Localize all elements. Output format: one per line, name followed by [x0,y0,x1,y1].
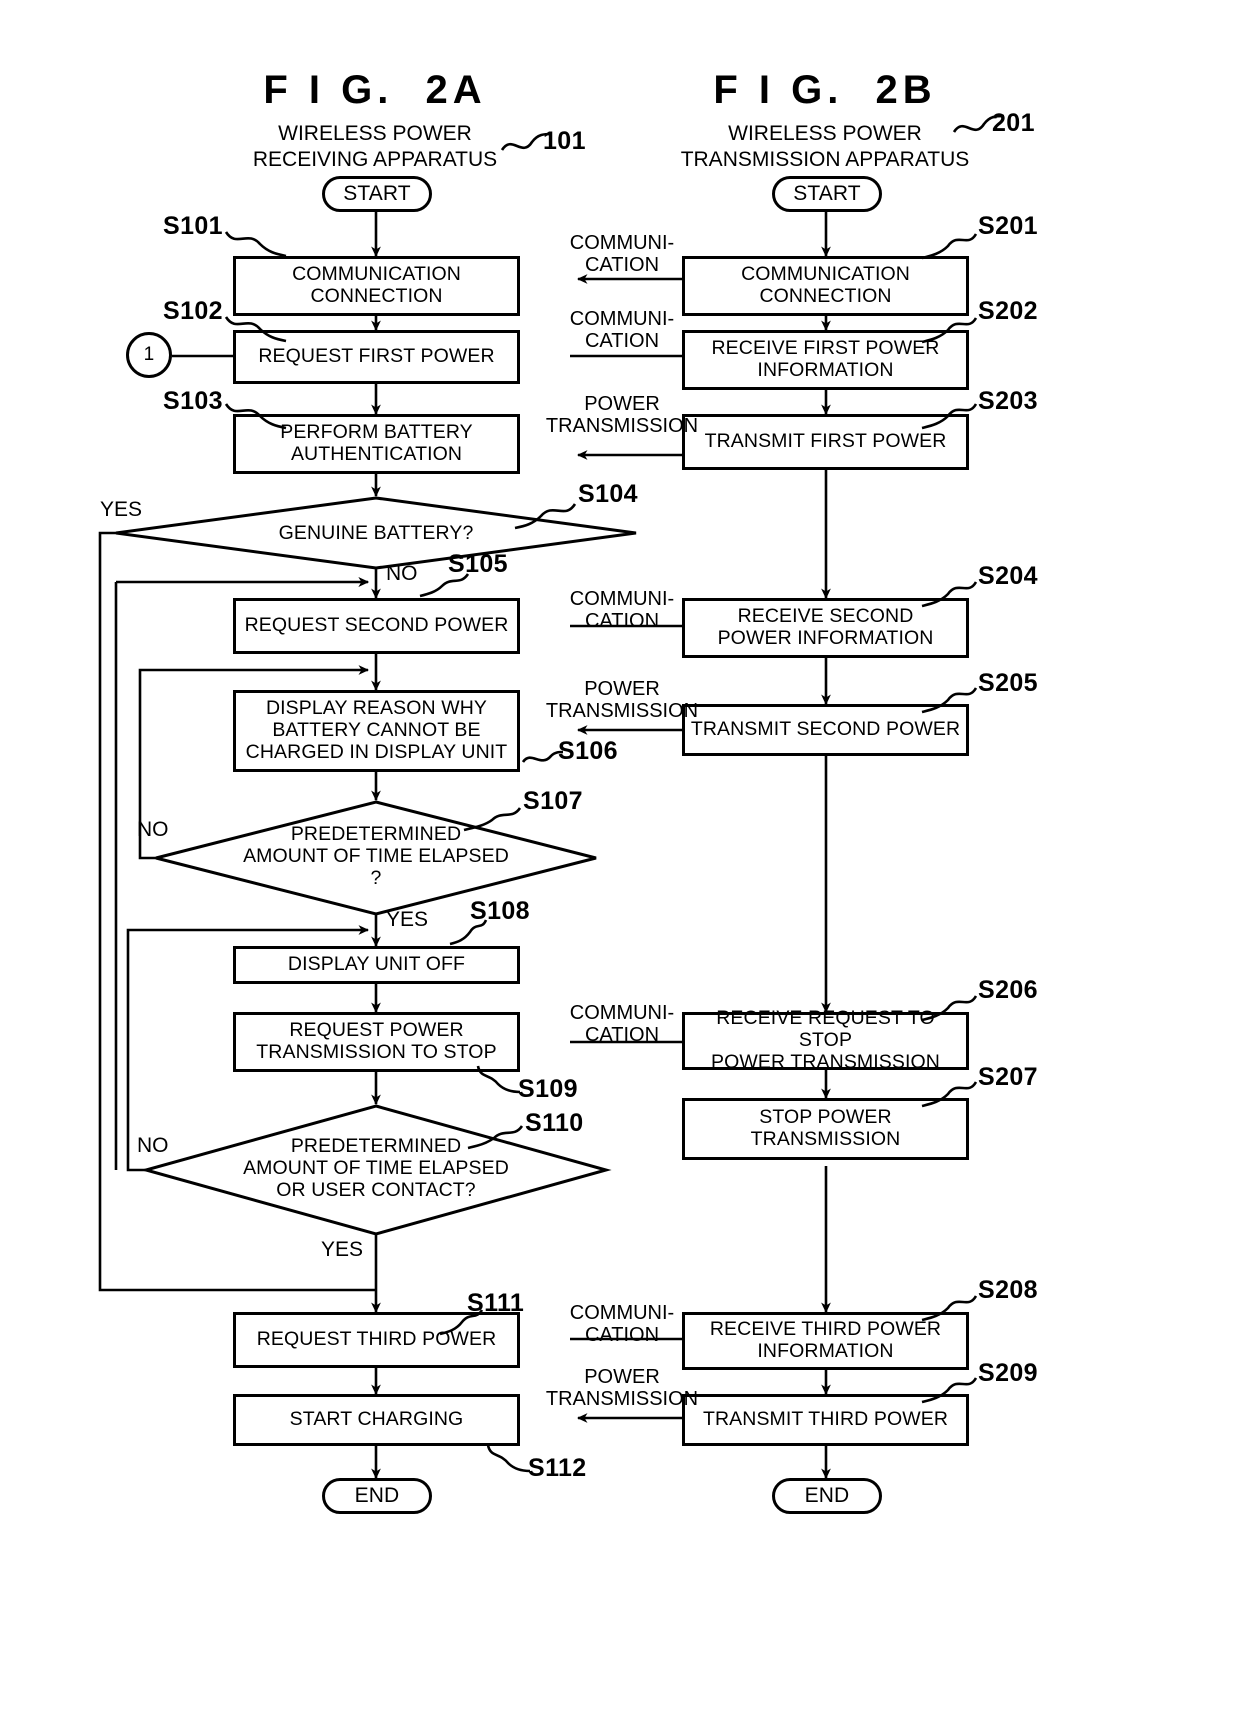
end-label-right: END [804,1484,850,1508]
figure-subtitle-2b-line2: TRANSMISSION APPARATUS [680,148,970,171]
step-id-s208: S208 [978,1276,1038,1304]
edge-label-communication-1: COMMUNI- CATION [569,232,675,277]
lead-line-s201 [921,233,978,260]
figure-title-2a: F I G. 2A [263,68,487,112]
process-s106-label: DISPLAY REASON WHY BATTERY CANNOT BE CHARG… [245,697,508,763]
lead-line-s208 [921,1295,978,1322]
step-id-s110: S110 [525,1109,584,1137]
step-id-s101: S101 [163,212,223,240]
process-s108-label: DISPLAY UNIT OFF [287,953,466,976]
lead-line-s204 [921,581,978,608]
step-id-s104: S104 [578,480,638,508]
process-s105-label: REQUEST SECOND POWER [244,614,509,637]
step-id-s205: S205 [978,669,1038,697]
decision-s104-label: GENUINE BATTERY? [278,522,474,545]
step-id-s207: S207 [978,1063,1038,1091]
edge-label-power-transmission-1: POWER TRANSMISSION [545,393,699,438]
offpage-connector-label: 1 [143,344,155,366]
step-id-s109: S109 [518,1075,578,1103]
reference-numeral-201: 201 [992,109,1035,137]
edge-label-power-transmission-3: POWER TRANSMISSION [545,1366,699,1411]
lead-line-s107 [463,807,522,832]
lead-line-s101 [224,231,287,258]
process-s112: START CHARGING [233,1394,520,1446]
step-id-s201: S201 [978,212,1038,240]
branch-label-s104-no: NO [386,562,418,585]
step-id-s203: S203 [978,387,1038,415]
offpage-connector-1: 1 [126,332,172,378]
process-s203-label: TRANSMIT FIRST POWER [704,430,947,453]
decision-s104: GENUINE BATTERY? [256,518,496,550]
step-id-s202: S202 [978,297,1038,325]
lead-line-s105 [419,573,470,598]
step-id-s103: S103 [163,387,223,415]
step-id-s204: S204 [978,562,1038,590]
terminator-start-left: START [322,176,432,212]
lead-line-s111 [439,1309,484,1336]
start-label-left: START [343,182,411,206]
lead-line-s108 [449,919,488,946]
process-s102-label: REQUEST FIRST POWER [258,345,495,368]
edge-label-communication-3: COMMUNI- CATION [569,588,675,633]
lead-line-s209 [921,1377,978,1404]
process-s201: COMMUNICATION CONNECTION [682,256,969,316]
step-id-s206: S206 [978,976,1038,1004]
process-s109-label: REQUEST POWER TRANSMISSION TO STOP [256,1019,497,1063]
reference-numeral-101: 101 [543,127,586,155]
lead-line-s203 [921,403,978,430]
lead-line-s206 [921,995,978,1022]
process-s106: DISPLAY REASON WHY BATTERY CANNOT BE CHARG… [233,690,520,772]
process-s204-label: RECEIVE SECOND POWER INFORMATION [717,605,934,649]
process-s207-label: STOP POWER TRANSMISSION [750,1106,901,1150]
step-id-s209: S209 [978,1359,1038,1387]
process-s109: REQUEST POWER TRANSMISSION TO STOP [233,1012,520,1072]
branch-label-s110-yes: YES [321,1238,364,1261]
step-id-s102: S102 [163,297,223,325]
terminator-start-right: START [772,176,882,212]
lead-line-s110 [467,1125,524,1150]
lead-line-s112 [486,1444,531,1473]
process-s103-label: PERFORM BATTERY AUTHENTICATION [280,421,473,465]
step-id-s107: S107 [523,787,583,815]
branch-label-s107-no: NO [137,818,169,841]
step-id-s112: S112 [528,1454,587,1482]
lead-line-s104 [514,503,577,530]
end-label-left: END [354,1484,400,1508]
edge-label-communication-2: COMMUNI- CATION [569,308,675,353]
edge-label-power-transmission-2: POWER TRANSMISSION [545,678,699,723]
lead-line-s202 [921,317,978,344]
terminator-end-right: END [772,1478,882,1514]
lead-line-s207 [921,1081,978,1108]
process-s202-label: RECEIVE FIRST POWER INFORMATION [711,337,940,381]
edge-label-communication-5: COMMUNI- CATION [569,1302,675,1347]
process-s209-label: TRANSMIT THIRD POWER [702,1408,949,1431]
process-s101-label: COMMUNICATION CONNECTION [292,263,461,307]
patent-figure-page: F I G. 2A WIRELESS POWER RECEIVING APPAR… [0,0,1240,1719]
process-s205-label: TRANSMIT SECOND POWER [690,718,961,741]
step-id-s106: S106 [558,737,618,765]
lead-line-s103 [224,403,287,430]
lead-line-s102 [224,316,287,343]
edge-label-communication-4: COMMUNI- CATION [569,1002,675,1047]
process-s108: DISPLAY UNIT OFF [233,946,520,984]
process-s208-label: RECEIVE THIRD POWER INFORMATION [709,1318,942,1362]
figure-title-2b: F I G. 2B [713,68,937,112]
lead-line-s109 [476,1065,521,1094]
start-label-right: START [793,182,861,206]
branch-label-s104-yes: YES [100,498,143,521]
lead-line-s106 [521,750,564,763]
process-s201-label: COMMUNICATION CONNECTION [741,263,910,307]
process-s105: REQUEST SECOND POWER [233,598,520,654]
branch-label-s107-yes: YES [386,908,429,931]
process-s101: COMMUNICATION CONNECTION [233,256,520,316]
process-s112-label: START CHARGING [289,1408,464,1431]
terminator-end-left: END [322,1478,432,1514]
lead-line-s205 [921,687,978,714]
branch-label-s110-no: NO [137,1134,169,1157]
